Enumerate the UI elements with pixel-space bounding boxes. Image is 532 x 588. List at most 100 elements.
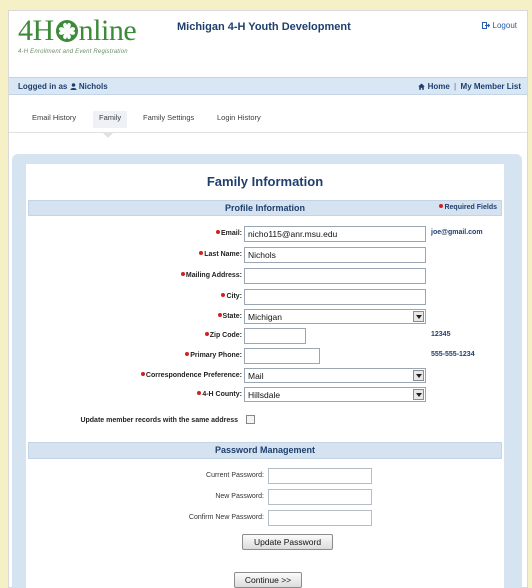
logo-tagline: 4-H Enrollment and Event Registration bbox=[18, 49, 128, 55]
email-row: Email: joe@gmail.com bbox=[26, 226, 504, 244]
top-nav: Home | My Member List bbox=[418, 82, 521, 91]
logout-icon bbox=[482, 22, 491, 29]
city-label-text: City: bbox=[226, 293, 242, 300]
clover-icon bbox=[55, 20, 78, 42]
user-icon bbox=[70, 83, 77, 90]
correspondence-select[interactable]: Mail bbox=[244, 368, 426, 383]
county-selected-value: Hillsdale bbox=[248, 390, 281, 400]
family-information-panel: Family Information Profile Information R… bbox=[26, 164, 504, 588]
my-member-list-link[interactable]: My Member List bbox=[461, 82, 521, 91]
tab-family-settings[interactable]: Family Settings bbox=[141, 113, 196, 122]
required-marker bbox=[221, 293, 226, 297]
continue-button[interactable]: Continue >> bbox=[234, 572, 302, 588]
city-label: City: bbox=[221, 293, 242, 300]
state-row: State: Michigan bbox=[26, 309, 504, 327]
username: Nichols bbox=[78, 82, 108, 91]
home-label: Home bbox=[427, 82, 450, 91]
profile-section-title: Profile Information bbox=[224, 203, 305, 213]
primary-phone-row: Primary Phone: 555-555-1234 bbox=[26, 348, 504, 366]
mailing-address-input[interactable] bbox=[244, 268, 426, 284]
required-fields-label: Required Fields bbox=[444, 204, 497, 211]
state-selected-value: Michigan bbox=[248, 312, 283, 322]
required-marker bbox=[197, 391, 202, 395]
logged-in-status: Logged in as Nichols bbox=[18, 82, 108, 91]
new-password-label: New Password: bbox=[215, 493, 264, 500]
zip-code-hint: 12345 bbox=[431, 331, 451, 338]
required-marker bbox=[215, 230, 220, 234]
email-label: Email: bbox=[215, 230, 242, 237]
home-link[interactable]: Home bbox=[418, 82, 452, 91]
logout-label: Logout bbox=[492, 21, 517, 30]
primary-phone-input[interactable] bbox=[244, 348, 320, 364]
correspondence-label: Correspondence Preference: bbox=[140, 372, 242, 379]
required-marker bbox=[204, 332, 209, 336]
site-header: 4H nline 4-H Enrollment and Event Regist… bbox=[9, 11, 527, 67]
primary-phone-label: Primary Phone: bbox=[185, 352, 242, 359]
zip-code-label: Zip Code: bbox=[204, 332, 242, 339]
mailing-address-row: Mailing Address: bbox=[26, 268, 504, 286]
zip-code-row: Zip Code: 12345 bbox=[26, 328, 504, 346]
required-marker bbox=[199, 251, 204, 255]
tab-login-history[interactable]: Login History bbox=[215, 113, 263, 122]
required-marker bbox=[439, 204, 444, 208]
org-title: Michigan 4-H Youth Development bbox=[177, 21, 351, 33]
zip-code-label-text: Zip Code: bbox=[209, 332, 242, 339]
county-select[interactable]: Hillsdale bbox=[244, 387, 426, 402]
email-label-text: Email: bbox=[220, 230, 242, 237]
state-select[interactable]: Michigan bbox=[244, 309, 426, 324]
password-section-title: Password Management bbox=[214, 445, 316, 455]
session-bar: Logged in as Nichols Home | My Member Li… bbox=[9, 77, 527, 95]
county-label: 4-H County: bbox=[197, 391, 242, 398]
logout-link[interactable]: Logout bbox=[482, 21, 517, 30]
required-marker bbox=[180, 272, 185, 276]
current-password-input[interactable] bbox=[268, 468, 372, 484]
tab-bar: Email History Family Family Settings Log… bbox=[9, 105, 527, 138]
primary-phone-label-text: Primary Phone: bbox=[190, 352, 242, 359]
home-icon bbox=[418, 83, 426, 90]
logo-wordmark: 4H nline bbox=[18, 15, 178, 47]
correspondence-selected-value: Mail bbox=[248, 371, 264, 381]
state-label: State: bbox=[217, 313, 242, 320]
required-marker bbox=[217, 313, 222, 317]
update-password-button[interactable]: Update Password bbox=[242, 534, 333, 550]
required-fields-note: Required Fields bbox=[439, 204, 497, 211]
correspondence-label-text: Correspondence Preference: bbox=[145, 372, 242, 379]
state-label-text: State: bbox=[222, 313, 242, 320]
last-name-input[interactable] bbox=[244, 247, 426, 263]
zip-code-input[interactable] bbox=[244, 328, 306, 344]
last-name-label-text: Last Name: bbox=[204, 251, 242, 258]
mailing-address-label-text: Mailing Address: bbox=[185, 272, 242, 279]
tab-email-history[interactable]: Email History bbox=[30, 113, 78, 122]
city-input[interactable] bbox=[244, 289, 426, 305]
site-logo[interactable]: 4H nline 4-H Enrollment and Event Regist… bbox=[18, 15, 178, 65]
page-title: Family Information bbox=[206, 174, 324, 189]
email-hint: joe@gmail.com bbox=[431, 229, 483, 236]
update-records-label: Update member records with the same addr… bbox=[80, 417, 238, 424]
logged-in-prefix: Logged in as bbox=[18, 82, 68, 91]
password-section-header: Password Management bbox=[28, 442, 502, 459]
new-password-row: New Password: bbox=[26, 489, 504, 507]
city-row: City: bbox=[26, 289, 504, 307]
active-tab-indicator bbox=[102, 132, 114, 138]
dropdown-arrow-icon[interactable] bbox=[413, 370, 424, 381]
last-name-row: Last Name: bbox=[26, 247, 504, 265]
tab-family[interactable]: Family bbox=[93, 111, 128, 128]
primary-phone-hint: 555-555-1234 bbox=[431, 351, 475, 358]
email-input[interactable] bbox=[244, 226, 426, 242]
nav-separator: | bbox=[454, 82, 457, 91]
dropdown-arrow-icon[interactable] bbox=[413, 311, 424, 322]
profile-section-header: Profile Information Required Fields bbox=[28, 200, 502, 216]
confirm-password-label: Confirm New Password: bbox=[188, 514, 264, 521]
required-marker bbox=[140, 372, 145, 376]
required-marker bbox=[185, 352, 190, 356]
logo-prefix: 4H bbox=[18, 14, 54, 47]
last-name-label: Last Name: bbox=[199, 251, 242, 258]
update-records-checkbox[interactable] bbox=[246, 415, 255, 424]
county-label-text: 4-H County: bbox=[202, 391, 242, 398]
current-password-row: Current Password: bbox=[26, 468, 504, 486]
dropdown-arrow-icon[interactable] bbox=[413, 389, 424, 400]
new-password-input[interactable] bbox=[268, 489, 372, 505]
confirm-password-input[interactable] bbox=[268, 510, 372, 526]
update-records-row: Update member records with the same addr… bbox=[26, 413, 504, 431]
logo-suffix: nline bbox=[78, 14, 137, 47]
